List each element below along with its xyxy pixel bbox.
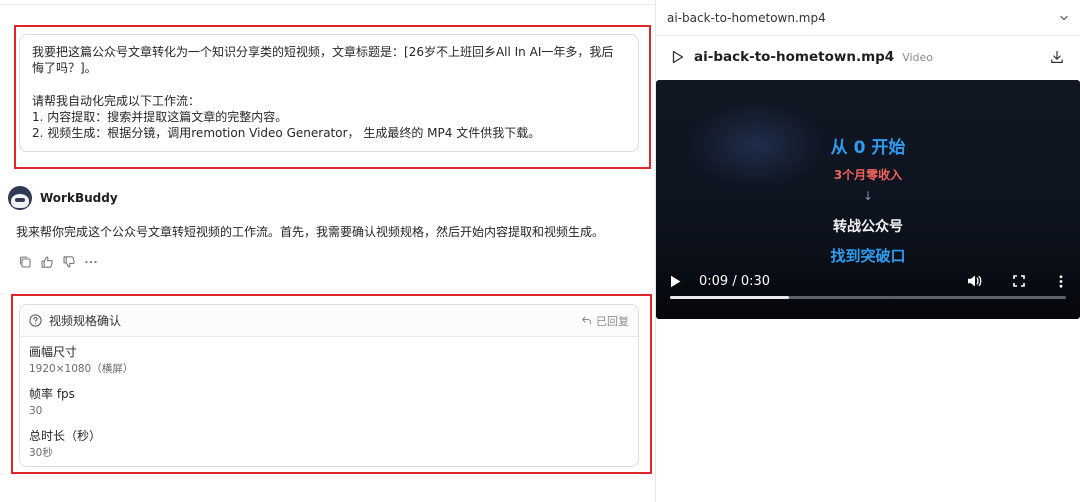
- thumbs-down-icon[interactable]: [62, 255, 76, 269]
- arrow-down-icon: ↓: [862, 189, 874, 203]
- user-message-line: 我要把这篇公众号文章转化为一个知识分享类的短视频，文章标题是：[26岁不上班回乡…: [32, 45, 614, 59]
- video-controls: 0:09 / 0:30: [656, 261, 1080, 301]
- copy-icon[interactable]: [18, 255, 32, 269]
- spec-label: 帧率 fps: [29, 387, 75, 401]
- bot-reply-text: 我来帮你完成这个公众号文章转短视频的工作流。首先，我需要确认视频规格，然后开始内…: [16, 225, 605, 239]
- more-options-icon[interactable]: [1059, 274, 1063, 288]
- avatar: [8, 186, 32, 210]
- spec-card-header: 视频规格确认 已回复: [20, 305, 638, 337]
- user-message-bubble: 我要把这篇公众号文章转化为一个知识分享类的短视频，文章标题是：[26岁不上班回乡…: [19, 34, 639, 152]
- file-type-badge: Video: [902, 50, 934, 64]
- chevron-down-icon: [1059, 13, 1069, 23]
- bot-header: WorkBuddy: [8, 186, 118, 210]
- time-display: 0:09 / 0:30: [699, 273, 771, 289]
- spec-item-resolution: 画幅尺寸 1920×1080（横屏）: [29, 344, 629, 386]
- video-progress-bar[interactable]: [670, 296, 1066, 299]
- fullscreen-icon[interactable]: [1013, 275, 1025, 287]
- question-icon: [29, 314, 42, 327]
- more-icon[interactable]: [84, 255, 98, 269]
- spec-card-title: 视频规格确认: [49, 314, 122, 328]
- file-selector-value: ai-back-to-hometown.mp4: [667, 10, 826, 25]
- spec-label: 画幅尺寸: [29, 345, 78, 359]
- download-icon[interactable]: [1050, 50, 1064, 64]
- spec-value: 30: [29, 405, 43, 417]
- user-message-line: 悔了吗？]。: [32, 61, 97, 76]
- user-message-line: 请帮我自动化完成以下工作流：: [32, 93, 201, 108]
- file-selector[interactable]: ai-back-to-hometown.mp4: [656, 0, 1080, 36]
- user-message-line: 1. 内容提取：搜索并提取这篇文章的完整内容。: [32, 109, 288, 124]
- video-frame-text: 从 0 开始: [830, 138, 906, 158]
- top-divider: [0, 4, 655, 5]
- video-frame-text: 3个月零收入: [833, 168, 903, 182]
- bot-name: WorkBuddy: [40, 191, 118, 205]
- volume-icon[interactable]: [967, 274, 982, 288]
- video-frame-text: 转战公众号: [833, 219, 903, 235]
- spec-value: 1920×1080（横屏）: [29, 363, 134, 375]
- spec-label: 总时长（秒）: [29, 429, 102, 443]
- reply-icon: [582, 316, 591, 325]
- thumbs-up-icon[interactable]: [40, 255, 54, 269]
- spec-card-body: 画幅尺寸 1920×1080（横屏） 帧率 fps 30 总时长（秒） 30秒: [20, 337, 638, 466]
- user-message-line: 2. 视频生成：根据分镜，调用remotion Video Generator，…: [32, 126, 541, 141]
- spec-confirm-card: 视频规格确认 已回复 画幅尺寸 1920×1080（横屏） 帧率 fps 30 …: [19, 304, 639, 467]
- file-name: ai-back-to-hometown.mp4: [694, 49, 895, 65]
- preview-panel: ai-back-to-hometown.mp4 ai-back-to-homet…: [656, 0, 1080, 502]
- reply-actions: [18, 255, 98, 269]
- file-header: ai-back-to-hometown.mp4 Video: [656, 44, 1080, 70]
- play-icon[interactable]: [672, 50, 684, 64]
- play-icon[interactable]: [670, 275, 681, 288]
- spec-item-duration: 总时长（秒） 30秒: [29, 428, 629, 466]
- video-player[interactable]: 从 0 开始 3个月零收入 ↓ 转战公众号 找到突破口 0:09 / 0:30: [656, 80, 1080, 319]
- spec-value: 30秒: [29, 447, 53, 459]
- spec-item-fps: 帧率 fps 30: [29, 386, 629, 428]
- replied-label: 已回复: [596, 314, 629, 328]
- video-progress-fill: [670, 296, 789, 299]
- replied-status: 已回复: [581, 313, 629, 329]
- chat-panel: 我要把这篇公众号文章转化为一个知识分享类的短视频，文章标题是：[26岁不上班回乡…: [0, 0, 655, 502]
